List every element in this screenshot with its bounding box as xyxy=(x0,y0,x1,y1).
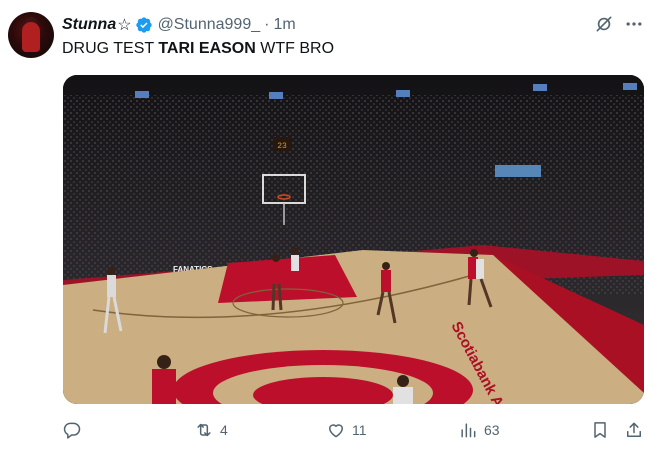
bookmark-button[interactable] xyxy=(590,414,610,446)
header-separator: · xyxy=(264,16,270,33)
author-avatar[interactable] xyxy=(8,12,54,58)
tweet-media[interactable]: 23 FANATICS Scotiabank Arena xyxy=(63,75,644,404)
author-handle[interactable]: @Stunna999_ xyxy=(158,16,261,34)
tweet-header: Stunna ☆ @Stunna999_ · 1m xyxy=(62,14,296,36)
retweet-button[interactable]: 4 xyxy=(194,414,228,446)
views-count: 63 xyxy=(484,422,500,438)
grok-icon[interactable] xyxy=(594,14,614,34)
bookmark-icon xyxy=(594,422,606,438)
retweet-icon xyxy=(197,423,211,437)
like-icon xyxy=(329,424,343,438)
tweet-timestamp[interactable]: 1m xyxy=(273,16,295,34)
share-button[interactable] xyxy=(624,414,644,446)
tweet-actions: 4 11 63 xyxy=(0,414,660,446)
like-button[interactable]: 11 xyxy=(326,414,367,446)
views-icon xyxy=(461,423,476,438)
like-count: 11 xyxy=(352,422,367,438)
share-icon xyxy=(627,422,641,437)
verified-badge-icon[interactable] xyxy=(135,16,153,34)
views-button[interactable]: 63 xyxy=(458,414,500,446)
tweet-text-end: WTF BRO xyxy=(255,40,335,57)
reply-button[interactable] xyxy=(62,414,82,446)
tweet-text: DRUG TEST TARI EASON WTF BRO xyxy=(62,40,334,58)
reply-icon xyxy=(63,422,81,439)
avatar-figure xyxy=(22,22,40,52)
more-icon[interactable] xyxy=(624,14,644,34)
author-name-star: ☆ xyxy=(117,17,132,34)
basketball-court-image: 23 FANATICS Scotiabank Arena xyxy=(63,75,644,404)
retweet-count: 4 xyxy=(220,422,228,438)
tweet-text-bold: TARI EASON xyxy=(158,40,256,57)
tweet-text-start: DRUG TEST xyxy=(62,40,159,57)
author-name[interactable]: Stunna xyxy=(62,16,116,34)
